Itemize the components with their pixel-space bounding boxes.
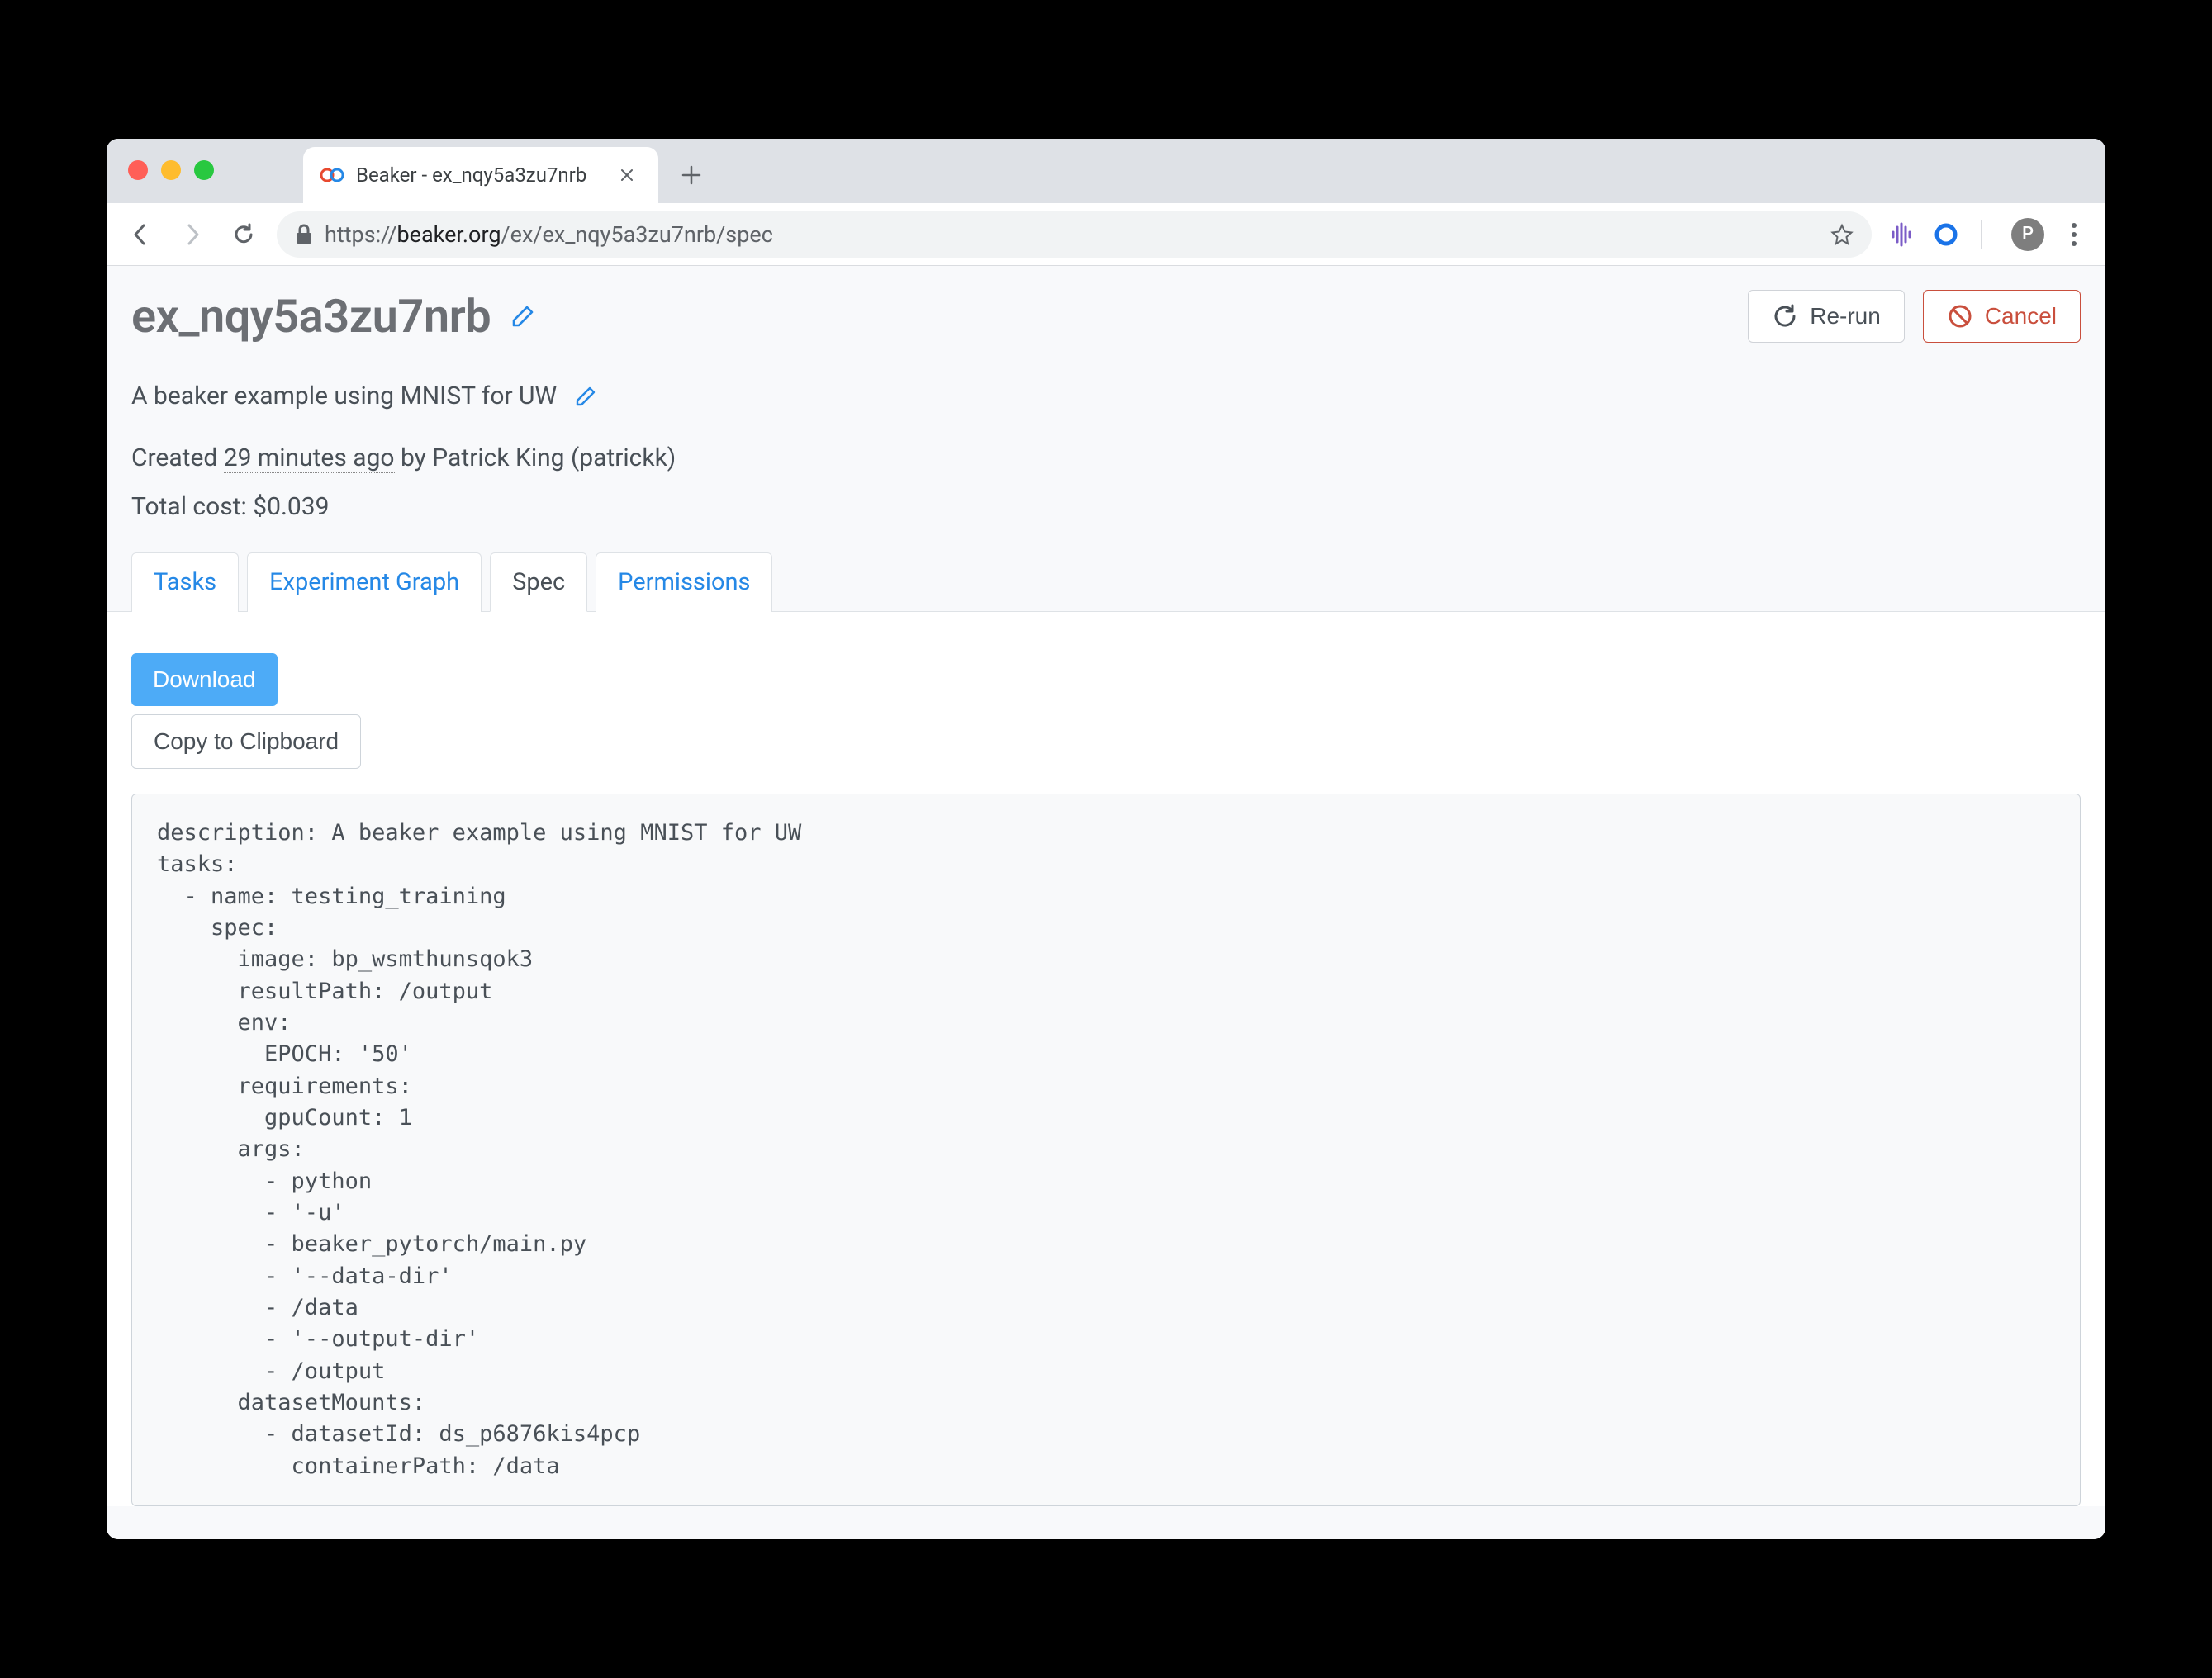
created-prefix: Created bbox=[131, 443, 224, 472]
url-text: https://beaker.org/ex/ex_nqy5a3zu7nrb/sp… bbox=[325, 221, 1819, 248]
close-window-button[interactable] bbox=[128, 160, 148, 180]
rerun-label: Re-run bbox=[1810, 303, 1881, 329]
tab-spec[interactable]: Spec bbox=[490, 552, 587, 612]
close-tab-icon[interactable] bbox=[615, 164, 638, 187]
tabs-nav: Tasks Experiment Graph Spec Permissions bbox=[131, 552, 2081, 612]
browser-window: Beaker - ex_nqy5a3zu7nrb https:/ bbox=[107, 139, 2105, 1539]
bookmark-star-icon[interactable] bbox=[1830, 223, 1854, 246]
description-row: A beaker example using MNIST for UW bbox=[131, 382, 2081, 410]
download-button[interactable]: Download bbox=[131, 653, 278, 706]
cost-label: Total cost: bbox=[131, 492, 253, 521]
back-button[interactable] bbox=[123, 216, 159, 253]
created-line: Created 29 minutes ago by Patrick King (… bbox=[131, 443, 2081, 472]
cancel-label: Cancel bbox=[1985, 303, 2057, 329]
extension-icon-1[interactable] bbox=[1887, 220, 1916, 249]
created-by: by Patrick King (patrickk) bbox=[395, 443, 676, 472]
created-ago: 29 minutes ago bbox=[224, 443, 395, 473]
new-tab-button[interactable] bbox=[668, 152, 714, 198]
lock-icon bbox=[295, 224, 313, 245]
copy-clipboard-button[interactable]: Copy to Clipboard bbox=[131, 714, 361, 769]
cost-line: Total cost: $0.039 bbox=[131, 492, 2081, 521]
tab-experiment-graph[interactable]: Experiment Graph bbox=[247, 552, 482, 612]
address-bar[interactable]: https://beaker.org/ex/ex_nqy5a3zu7nrb/sp… bbox=[277, 211, 1872, 258]
spec-code[interactable]: description: A beaker example using MNIS… bbox=[131, 794, 2081, 1506]
refresh-icon bbox=[1772, 303, 1798, 329]
reload-button[interactable] bbox=[225, 216, 262, 253]
browser-toolbar: https://beaker.org/ex/ex_nqy5a3zu7nrb/sp… bbox=[107, 203, 2105, 266]
tabstrip: Beaker - ex_nqy5a3zu7nrb bbox=[303, 139, 714, 203]
separator bbox=[1981, 220, 1982, 249]
description-text: A beaker example using MNIST for UW bbox=[131, 382, 557, 410]
page-title: ex_nqy5a3zu7nrb bbox=[131, 289, 491, 344]
edit-description-icon[interactable] bbox=[573, 384, 598, 409]
tab-tasks[interactable]: Tasks bbox=[131, 552, 239, 612]
extension-icons: P bbox=[1887, 218, 2089, 251]
spec-pane: Download Copy to Clipboard description: … bbox=[107, 612, 2105, 1506]
tab-title: Beaker - ex_nqy5a3zu7nrb bbox=[356, 164, 586, 187]
browser-menu-button[interactable] bbox=[2059, 223, 2089, 246]
rerun-button[interactable]: Re-run bbox=[1748, 290, 1905, 343]
window-controls bbox=[128, 160, 214, 180]
forward-button[interactable] bbox=[174, 216, 211, 253]
minimize-window-button[interactable] bbox=[161, 160, 181, 180]
cost-value: $0.039 bbox=[253, 492, 329, 521]
profile-avatar[interactable]: P bbox=[2011, 218, 2044, 251]
browser-tab[interactable]: Beaker - ex_nqy5a3zu7nrb bbox=[303, 147, 658, 203]
cancel-icon bbox=[1947, 303, 1973, 329]
edit-title-icon[interactable] bbox=[509, 302, 537, 330]
favicon-icon bbox=[320, 163, 344, 187]
cancel-button[interactable]: Cancel bbox=[1923, 290, 2081, 343]
page-content: ex_nqy5a3zu7nrb Re-run Cancel A beaker e… bbox=[107, 266, 2105, 1539]
extension-icon-2[interactable] bbox=[1931, 220, 1961, 249]
page-header: ex_nqy5a3zu7nrb Re-run Cancel bbox=[131, 289, 2081, 344]
tab-permissions[interactable]: Permissions bbox=[596, 552, 772, 612]
maximize-window-button[interactable] bbox=[194, 160, 214, 180]
titlebar: Beaker - ex_nqy5a3zu7nrb bbox=[107, 139, 2105, 203]
